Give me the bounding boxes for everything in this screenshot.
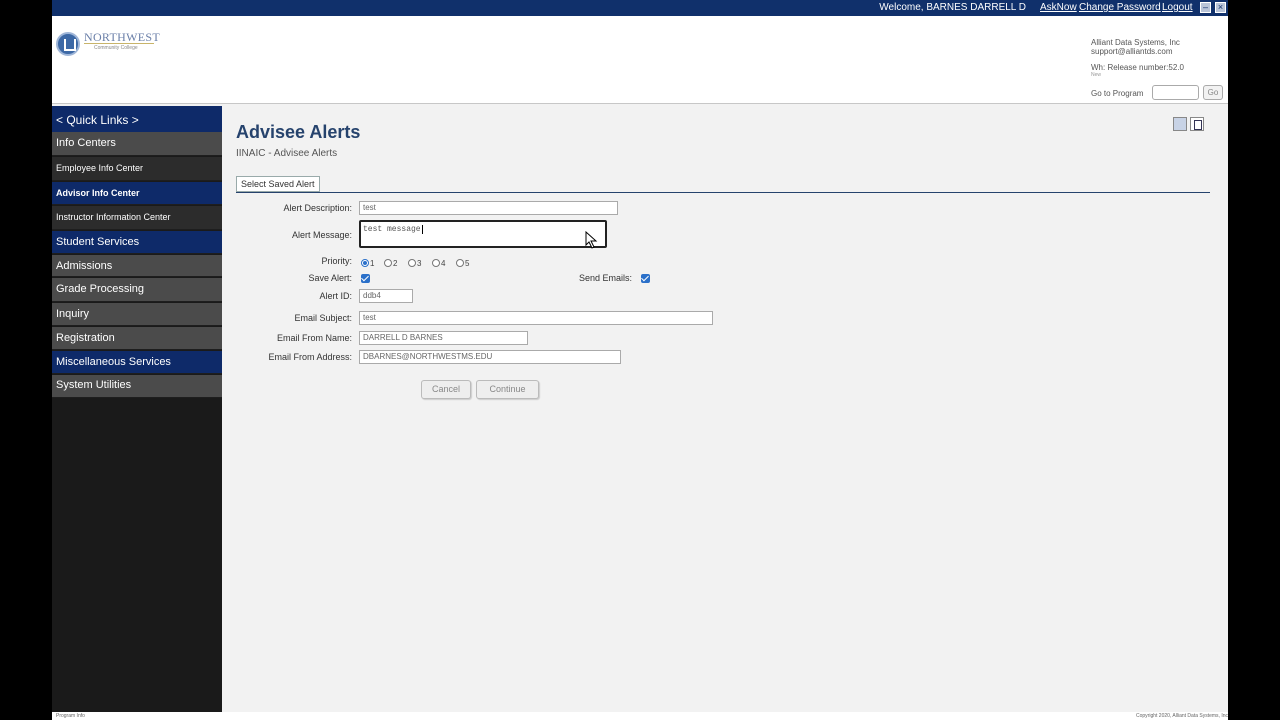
priority-option-label: 1	[370, 259, 375, 268]
email-subject-field[interactable]: test	[359, 311, 713, 325]
go-button[interactable]: Go	[1203, 85, 1223, 100]
copyright-text: Copyright 2020, Alliant Data Systems, In…	[1136, 713, 1228, 719]
email-from-address-label: Email From Address:	[268, 352, 352, 362]
priority-option-label: 4	[441, 259, 446, 268]
sidebar-item-label: Employee Info Center	[56, 163, 144, 173]
alert-id-label: Alert ID:	[319, 291, 352, 301]
sidebar-item-label: Instructor Information Center	[56, 212, 171, 222]
sidebar-item-label: Student Services	[56, 236, 140, 248]
page-title: Advisee Alerts	[236, 122, 361, 142]
sidebar-item-label: System Utilities	[56, 379, 132, 391]
alert-message-text: test message	[363, 225, 421, 234]
sidebar-item-registration[interactable]: Registration	[52, 327, 222, 350]
sidebar-item-employee-info-center[interactable]: Employee Info Center	[52, 157, 222, 181]
sidebar-item-admissions[interactable]: Admissions	[52, 255, 222, 277]
tab-divider	[236, 192, 1210, 193]
alert-message-field[interactable]: test message	[359, 220, 607, 248]
document-icon[interactable]	[1190, 117, 1204, 131]
alert-message-label: Alert Message:	[291, 230, 352, 240]
priority-option-label: 3	[417, 259, 422, 268]
support-email: support@alliantds.com	[1091, 47, 1173, 56]
logo-subtitle: Community College	[94, 45, 138, 51]
sidebar-item-student-services[interactable]: Student Services	[52, 231, 222, 254]
sidebar-item-label: Advisor Info Center	[56, 188, 140, 198]
radio-icon	[456, 259, 464, 267]
minimize-icon[interactable]: –	[1200, 2, 1211, 13]
send-emails-label: Send Emails:	[578, 273, 632, 283]
alert-description-field[interactable]: test	[359, 201, 618, 215]
email-subject-label: Email Subject:	[294, 313, 352, 323]
sidebar-item-label: Admissions	[56, 260, 113, 272]
sidebar-item-label: Info Centers	[56, 137, 116, 149]
header: NORTHWEST Community College Alliant Data…	[52, 16, 1228, 104]
email-from-name-field[interactable]: DARRELL D BARNES	[359, 331, 528, 345]
alert-description-label: Alert Description:	[283, 203, 352, 213]
send-emails-checkbox[interactable]	[641, 274, 650, 283]
company-name: Alliant Data Systems, Inc	[1091, 38, 1180, 47]
radio-icon	[408, 259, 416, 267]
mouse-pointer-icon	[585, 231, 598, 249]
close-icon[interactable]: ×	[1215, 2, 1226, 13]
sidebar-item-info-centers[interactable]: Info Centers	[52, 132, 222, 156]
release-number: Wh: Release number:52.0	[1091, 63, 1184, 72]
tab-select-saved-alert[interactable]: Select Saved Alert	[236, 176, 320, 192]
go-to-program-input[interactable]	[1152, 85, 1199, 100]
release-info: Wh: Release number:52.0 New	[1091, 63, 1184, 78]
email-from-address-field[interactable]: DBARNES@NORTHWESTMS.EDU	[359, 350, 621, 364]
release-trail: New	[1091, 72, 1102, 78]
continue-button[interactable]: Continue	[476, 380, 539, 399]
save-alert-checkbox[interactable]	[361, 274, 370, 283]
radio-icon	[384, 259, 392, 267]
sidebar-item-inquiry[interactable]: Inquiry	[52, 303, 222, 326]
radio-icon	[361, 259, 369, 267]
email-from-name-label: Email From Name:	[276, 333, 352, 343]
company-info: Alliant Data Systems, Inc support@allian…	[1091, 38, 1180, 56]
college-logo: NORTHWEST Community College	[56, 30, 160, 60]
asknow-link[interactable]: AskNow	[1040, 2, 1077, 13]
radio-icon	[432, 259, 440, 267]
page-subtitle: IINAIC - Advisee Alerts	[236, 148, 338, 159]
sidebar-item-instructor-information-center[interactable]: Instructor Information Center	[52, 206, 222, 230]
priority-option-label: 5	[465, 259, 470, 268]
sidebar-item-label: Inquiry	[56, 308, 90, 320]
program-info-link[interactable]: Program Info	[56, 713, 85, 719]
footer: Program Info Copyright 2020, Alliant Dat…	[52, 712, 1228, 720]
seal-icon	[56, 32, 80, 56]
priority-radio-2[interactable]: 2	[384, 259, 397, 268]
app-window: Welcome, BARNES DARRELL D AskNow Change …	[52, 0, 1228, 720]
main-content: Advisee Alerts IINAIC - Advisee Alerts S…	[223, 105, 1228, 712]
save-alert-label: Save Alert:	[308, 273, 352, 283]
priority-option-label: 2	[393, 259, 398, 268]
sidebar-item-system-utilities[interactable]: System Utilities	[52, 375, 222, 398]
alert-id-field[interactable]: ddb4	[359, 289, 413, 303]
top-bar: Welcome, BARNES DARRELL D AskNow Change …	[52, 0, 1228, 16]
sidebar-item-miscellaneous-services[interactable]: Miscellaneous Services	[52, 351, 222, 374]
go-to-program-label: Go to Program	[1091, 89, 1144, 98]
text-caret	[421, 225, 423, 234]
priority-radio-3[interactable]: 3	[408, 259, 421, 268]
priority-radio-1[interactable]: 1	[361, 259, 374, 268]
priority-radio-5[interactable]: 5	[456, 259, 469, 268]
quick-links[interactable]: < Quick Links >	[52, 106, 222, 132]
sidebar-item-grade-processing[interactable]: Grade Processing	[52, 278, 222, 302]
logout-link[interactable]: Logout	[1162, 2, 1193, 13]
welcome-text: Welcome, BARNES DARRELL D	[879, 2, 1026, 13]
sidebar-item-label: Miscellaneous Services	[56, 356, 171, 368]
priority-radio-4[interactable]: 4	[432, 259, 445, 268]
screen-icon[interactable]	[1173, 117, 1187, 131]
change-password-link[interactable]: Change Password	[1079, 2, 1161, 13]
priority-label: Priority:	[321, 256, 352, 266]
sidebar-item-advisor-info-center[interactable]: Advisor Info Center	[52, 182, 222, 205]
sidebar-item-label: Grade Processing	[56, 283, 145, 295]
cancel-button[interactable]: Cancel	[421, 380, 471, 399]
sidebar: < Quick Links > Info Centers Employee In…	[52, 106, 222, 712]
logo-rule	[84, 43, 154, 44]
sidebar-item-label: Registration	[56, 332, 115, 344]
